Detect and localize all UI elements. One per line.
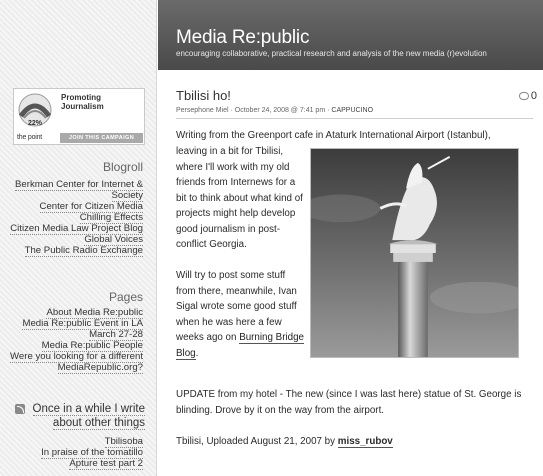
list-item: Center for Citizen Media bbox=[8, 201, 143, 213]
paragraph-end: . bbox=[195, 347, 199, 359]
list-item: Were you looking for a different MediaRe… bbox=[8, 351, 143, 374]
list-item: About Media Re:public bbox=[8, 307, 143, 319]
other-things-heading[interactable]: Once in a while I write about other thin… bbox=[15, 402, 145, 430]
comment-count-value: 0 bbox=[530, 90, 537, 102]
post-author: Persephone Miel bbox=[176, 107, 229, 114]
campaign-title: Promoting Journalism bbox=[61, 93, 104, 111]
comment-count[interactable]: 0 bbox=[518, 90, 537, 102]
site-header: Media Re:public encouraging collaborativ… bbox=[158, 0, 543, 70]
list-item: Media Re:public Event in LA March 27-28 bbox=[8, 318, 143, 341]
list-item: Media Re:public People bbox=[8, 340, 143, 352]
page-link[interactable]: Media Re:public Event in LA March 27-28 bbox=[22, 318, 143, 341]
post-paragraph: UPDATE from my hotel - The new (since I … bbox=[176, 389, 522, 416]
blogroll-list: Berkman Center for Internet & Society Ce… bbox=[8, 179, 143, 257]
list-item: Chilling Effects bbox=[8, 212, 143, 224]
photo-caption: Tbilisi, Uploaded August 21, 2007 by mis… bbox=[176, 434, 526, 450]
post-paragraph: leaving in a bit for Tbilisi, where I'll… bbox=[176, 146, 303, 250]
post-paragraph: Writing from the Greenport cafe in Atatu… bbox=[176, 130, 491, 141]
other-things-label[interactable]: Once in a while I write about other thin… bbox=[32, 403, 145, 430]
caption-text: Tbilisi, Uploaded August 21, 2007 by bbox=[176, 436, 338, 447]
comment-bubble-icon bbox=[518, 92, 529, 100]
blogroll-link[interactable]: The Public Radio Exchange bbox=[24, 245, 143, 257]
post-title[interactable]: Tbilisi ho! bbox=[176, 88, 231, 103]
post-meta: Persephone Miel · October 24, 2008 @ 7:4… bbox=[176, 107, 373, 114]
other-things-list: Tbilisoba In praise of the tomatillo Apt… bbox=[8, 436, 143, 470]
list-item: Citizen Media Law Project Blog bbox=[8, 223, 143, 235]
list-item: Tbilisoba bbox=[8, 436, 143, 448]
pages-list: About Media Re:public Media Re:public Ev… bbox=[8, 307, 143, 374]
post-date: October 24, 2008 @ 7:41 pm bbox=[234, 107, 326, 114]
statue-photo bbox=[310, 148, 519, 358]
join-campaign-button[interactable]: JOIN THIS CAMPAIGN bbox=[60, 133, 143, 143]
post-category[interactable]: CAPPUCINO bbox=[331, 107, 373, 114]
blogroll-link[interactable]: Berkman Center for Internet & Society bbox=[15, 179, 143, 202]
post-divider bbox=[176, 118, 533, 119]
list-item: Global Voices bbox=[8, 234, 143, 246]
blogroll-heading: Blogroll bbox=[102, 160, 143, 174]
site-tagline: encouraging collaborative, practical res… bbox=[176, 49, 487, 58]
campaign-widget[interactable]: 22% Promoting Journalism the point JOIN … bbox=[13, 88, 145, 145]
post-paragraph: Will try to post some stuff from there, … bbox=[176, 268, 304, 361]
campaign-brand: the point bbox=[17, 134, 43, 141]
campaign-percent: 22% bbox=[27, 120, 42, 127]
list-item: In praise of the tomatillo bbox=[8, 447, 143, 459]
page-link[interactable]: Were you looking for a different MediaRe… bbox=[10, 351, 143, 374]
list-item: The Public Radio Exchange bbox=[8, 245, 143, 257]
list-item: Berkman Center for Internet & Society bbox=[8, 179, 143, 202]
other-link[interactable]: Apture test part 2 bbox=[69, 458, 143, 470]
photo-author-link[interactable]: miss_rubov bbox=[337, 436, 393, 448]
pages-heading: Pages bbox=[108, 290, 143, 304]
feed-icon[interactable] bbox=[15, 404, 25, 414]
list-item: Apture test part 2 bbox=[8, 458, 143, 470]
sidebar: 22% Promoting Journalism the point JOIN … bbox=[0, 0, 157, 476]
site-title[interactable]: Media Re:public bbox=[176, 27, 309, 49]
